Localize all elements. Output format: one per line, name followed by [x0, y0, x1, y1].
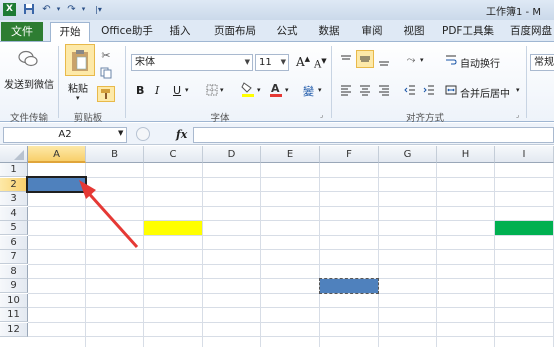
tab-formulas[interactable]: 公式: [270, 22, 304, 42]
align-center-icon[interactable]: [357, 82, 373, 98]
tab-office-assistant[interactable]: Office助手: [97, 22, 157, 42]
window-title: 工作簿1 - M: [486, 7, 541, 18]
redo-dropdown-icon[interactable]: ▾: [77, 3, 90, 16]
alignment-dialog-launcher-icon[interactable]: ⌟: [516, 111, 519, 119]
tab-review[interactable]: 审阅: [355, 22, 389, 42]
underline-dropdown-icon[interactable]: ▾: [185, 86, 189, 94]
arrow-shaft: [82, 186, 139, 249]
font-color-icon[interactable]: A: [268, 80, 284, 98]
wrap-text-button[interactable]: 自动换行: [460, 55, 500, 70]
spreadsheet-grid[interactable]: ABCDEFGHI 1 2 3 4 5 6 7 8 9 10 11 12: [0, 146, 554, 347]
grow-font-label: A: [296, 55, 305, 69]
name-box-value: A2: [58, 129, 72, 140]
paste-button[interactable]: 粘贴: [68, 80, 88, 95]
copy-icon[interactable]: [99, 66, 113, 80]
group-clipboard-label: 剪贴板: [73, 113, 103, 124]
paste-dropdown-icon[interactable]: ▾: [76, 94, 80, 102]
format-painter-icon[interactable]: [97, 86, 115, 102]
orientation-icon[interactable]: ⤳: [402, 52, 420, 68]
insert-function-icon[interactable]: fx: [176, 128, 187, 141]
customize-toolbar-icon[interactable]: |▾: [92, 3, 105, 16]
phonetic-dropdown-icon[interactable]: ▾: [318, 86, 322, 94]
italic-button[interactable]: I: [155, 84, 159, 97]
tab-baidu-netdisk[interactable]: 百度网盘: [503, 22, 554, 42]
align-bottom-icon[interactable]: [376, 52, 392, 68]
chevron-down-icon: ▼: [280, 58, 286, 66]
grow-font-button[interactable]: A▲: [296, 55, 310, 69]
ribbon: 发送到微信 文件传输 粘贴 ▾ ✂ 剪贴板 宋体 ▼ 11 ▼ A▲ A▼ B I …: [0, 42, 554, 124]
formula-expand-icon[interactable]: [136, 127, 150, 141]
tab-data[interactable]: 数据: [312, 22, 346, 42]
group-divider: [125, 46, 126, 118]
cut-icon[interactable]: ✂: [99, 48, 113, 62]
number-format-value: 常规: [534, 57, 554, 68]
formula-bar: A2 ▼ fx: [0, 123, 554, 145]
font-name-value: 宋体: [135, 57, 155, 68]
undo-dropdown-icon[interactable]: ▾: [52, 3, 65, 16]
formula-input[interactable]: [193, 127, 554, 143]
shrink-font-button[interactable]: A▼: [314, 57, 327, 70]
wechat-icon: [17, 48, 39, 70]
fill-color-icon[interactable]: [240, 80, 256, 98]
borders-dropdown-icon[interactable]: ▾: [220, 86, 224, 94]
ribbon-tabs: 文件 开始 Office助手 插入 页面布局 公式 数据 审阅 视图 PDF工具…: [0, 20, 554, 43]
fill-color-dropdown-icon[interactable]: ▾: [257, 86, 261, 94]
tab-view[interactable]: 视图: [397, 22, 431, 42]
red-arrow-annotation: [79, 180, 139, 249]
group-divider: [58, 46, 59, 118]
tab-page-layout[interactable]: 页面布局: [205, 22, 265, 42]
group-file-transfer-label: 文件传输: [9, 113, 48, 124]
merge-dropdown-icon[interactable]: ▾: [516, 86, 520, 94]
decrease-indent-icon[interactable]: [402, 82, 418, 98]
annotation-arrow-layer: [79, 180, 139, 249]
align-top-icon[interactable]: [338, 52, 354, 68]
title-bar: X ↶ ▾ ↷ ▾ |▾ 工作簿1 - M: [0, 0, 554, 20]
align-left-icon[interactable]: [338, 82, 354, 98]
excel-icon: X: [3, 3, 16, 16]
underline-button[interactable]: U: [173, 84, 181, 97]
font-name-select[interactable]: 宋体 ▼: [131, 54, 253, 71]
svg-text:A: A: [271, 82, 280, 95]
increase-indent-icon[interactable]: [421, 82, 437, 98]
chevron-down-icon: ▼: [244, 58, 250, 66]
name-box[interactable]: A2: [3, 127, 127, 143]
align-right-icon[interactable]: [376, 82, 392, 98]
merge-center-icon[interactable]: [444, 83, 458, 97]
send-to-wechat-button[interactable]: 发送到微信: [4, 76, 54, 91]
save-icon[interactable]: [22, 3, 35, 16]
tab-insert[interactable]: 插入: [163, 22, 197, 42]
font-size-select[interactable]: 11 ▼: [255, 54, 289, 71]
name-box-dropdown-icon[interactable]: ▼: [118, 129, 123, 137]
paste-icon[interactable]: [65, 44, 95, 76]
font-size-value: 11: [259, 57, 272, 68]
group-font-label: 字体: [210, 113, 230, 124]
group-alignment-label: 对齐方式: [405, 113, 444, 124]
group-divider: [526, 46, 527, 118]
merge-center-button[interactable]: 合并后居中: [460, 85, 510, 100]
phonetic-button[interactable]: 變: [303, 83, 314, 99]
arrow-head: [79, 180, 96, 199]
font-color-dropdown-icon[interactable]: ▾: [285, 86, 289, 94]
align-middle-icon[interactable]: [356, 50, 374, 68]
bold-button[interactable]: B: [136, 84, 144, 97]
font-dialog-launcher-icon[interactable]: ⌟: [320, 111, 323, 119]
orientation-dropdown-icon[interactable]: ▾: [420, 56, 424, 64]
group-divider: [331, 46, 332, 118]
tab-home[interactable]: 开始: [50, 22, 90, 43]
tab-pdf-tools[interactable]: PDF工具集: [440, 22, 496, 42]
wrap-text-icon[interactable]: [444, 53, 458, 67]
tab-file[interactable]: 文件: [1, 22, 43, 41]
number-format-select[interactable]: 常规: [530, 54, 554, 71]
borders-icon[interactable]: [205, 83, 219, 97]
